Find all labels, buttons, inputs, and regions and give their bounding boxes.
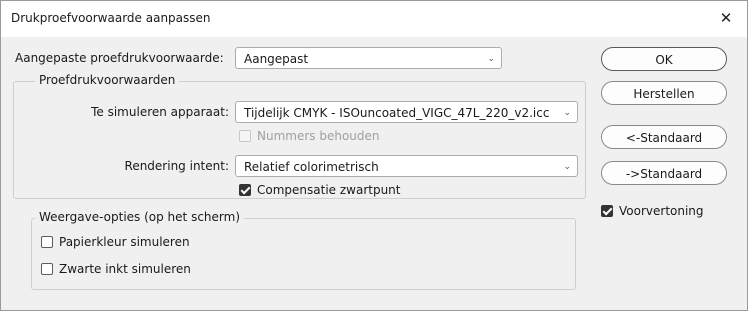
custom-condition-select[interactable]: Aangepast ⌄ [235,47,502,69]
dialog-content: Aangepaste proefdrukvoorwaarde: Aangepas… [9,37,739,302]
device-select[interactable]: Tijdelijk CMYK - ISOuncoated_VIGC_47L_22… [235,101,578,123]
preserve-numbers-label: Nummers behouden [257,129,380,143]
dialog-title: Drukproefvoorwaarde aanpassen [11,11,211,25]
title-bar: Drukproefvoorwaarde aanpassen ✕ [1,1,747,37]
checkmark-icon [601,205,613,217]
paper-color-checkbox[interactable]: Papierkleur simuleren [41,235,190,249]
rendering-intent-value: Relatief colorimetrisch [244,160,379,174]
ok-button[interactable]: OK [601,47,727,71]
load-default-button[interactable]: <-Standaard [601,125,727,149]
device-value: Tijdelijk CMYK - ISOuncoated_VIGC_47L_22… [244,106,550,120]
proof-conditions-legend: Proefdrukvoorwaarden [35,73,180,87]
chevron-down-icon: ⌄ [563,108,571,118]
rendering-intent-label: Rendering intent: [124,159,229,173]
reset-button[interactable]: Herstellen [601,81,727,105]
black-ink-checkbox[interactable]: Zwarte inkt simuleren [41,262,191,276]
rendering-intent-select[interactable]: Relatief colorimetrisch ⌄ [235,155,578,177]
checkmark-icon [239,184,251,196]
checkbox-box [239,130,251,142]
display-options-group [31,218,576,290]
custom-condition-value: Aangepast [244,52,309,66]
dialog-window: Drukproefvoorwaarde aanpassen ✕ Aangepas… [0,0,748,311]
chevron-down-icon: ⌄ [487,54,495,64]
chevron-down-icon: ⌄ [563,162,571,172]
preserve-numbers-checkbox[interactable]: Nummers behouden [239,129,380,143]
black-point-label: Compensatie zwartpunt [257,183,401,197]
checkbox-box [41,236,53,248]
save-default-button[interactable]: ->Standaard [601,161,727,185]
close-icon[interactable]: ✕ [715,7,737,29]
paper-color-label: Papierkleur simuleren [59,235,190,249]
black-point-checkbox[interactable]: Compensatie zwartpunt [239,183,401,197]
preview-label: Voorvertoning [619,204,704,218]
black-ink-label: Zwarte inkt simuleren [59,262,191,276]
preview-checkbox[interactable]: Voorvertoning [601,204,704,218]
checkbox-box [41,263,53,275]
custom-condition-label: Aangepaste proefdrukvoorwaarde: [15,51,224,65]
display-options-legend: Weergave-opties (op het scherm) [35,210,244,224]
device-label: Te simuleren apparaat: [91,105,229,119]
